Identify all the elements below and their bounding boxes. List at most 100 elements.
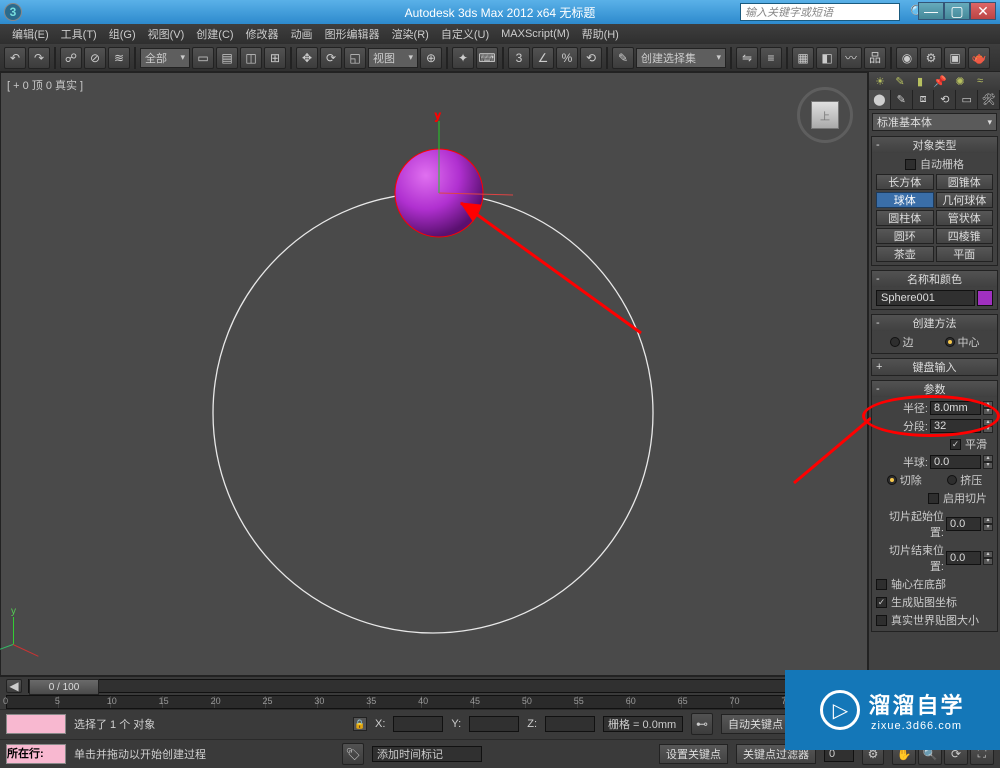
object-color-swatch[interactable] <box>977 290 993 306</box>
sun-icon[interactable]: ✺ <box>953 74 967 88</box>
menu-customize[interactable]: 自定义(U) <box>435 26 495 42</box>
help-search-input[interactable]: 输入关键字或短语 <box>740 3 900 21</box>
material-editor-button[interactable]: ◉ <box>896 47 918 69</box>
rollup-head-name[interactable]: 名称和颜色 <box>872 271 997 287</box>
menu-edit[interactable]: 编辑(E) <box>6 26 55 42</box>
select-name-button[interactable]: ▤ <box>216 47 238 69</box>
render-frame-button[interactable]: ▣ <box>944 47 966 69</box>
tab-motion[interactable]: ⟲ <box>934 90 956 109</box>
prim-plane[interactable]: 平面 <box>936 246 994 262</box>
mirror-button[interactable]: ⇋ <box>736 47 758 69</box>
z-field[interactable] <box>545 716 595 732</box>
gen-uv-checkbox[interactable] <box>876 597 887 608</box>
manipulate-button[interactable]: ✦ <box>452 47 474 69</box>
tab-hierarchy[interactable]: ⧈ <box>913 90 935 109</box>
y-field[interactable] <box>469 716 519 732</box>
autokey-button[interactable]: 自动关键点 <box>721 714 790 734</box>
prim-pyramid[interactable]: 四棱锥 <box>936 228 994 244</box>
menu-maxscript[interactable]: MAXScript(M) <box>495 28 575 40</box>
prim-torus[interactable]: 圆环 <box>876 228 934 244</box>
radio-chop[interactable] <box>887 475 897 485</box>
ref-coord-combo[interactable]: 视图 <box>368 48 418 68</box>
edit-named-sel-button[interactable]: ✎ <box>612 47 634 69</box>
viewcube[interactable]: 上 <box>797 87 853 143</box>
schematic-view-button[interactable]: 品 <box>864 47 886 69</box>
hemi-spin-buttons[interactable]: ▴▾ <box>983 455 993 469</box>
prim-geosphere[interactable]: 几何球体 <box>936 192 994 208</box>
close-button[interactable]: ✕ <box>970 2 996 20</box>
time-slider-handle[interactable]: 0 / 100 <box>29 679 99 695</box>
object-name-input[interactable]: Sphere001 <box>876 290 975 306</box>
window-crossing-button[interactable]: ⊞ <box>264 47 286 69</box>
tab-modify[interactable]: ✎ <box>891 90 913 109</box>
autogrid-checkbox[interactable] <box>905 159 916 170</box>
select-move-button[interactable]: ✥ <box>296 47 318 69</box>
align-button[interactable]: ≡ <box>760 47 782 69</box>
keyboard-shortcut-button[interactable]: ⌨ <box>476 47 498 69</box>
time-tag-icon[interactable]: 🏷 <box>342 743 364 765</box>
real-uv-checkbox[interactable] <box>876 615 887 626</box>
rollup-head-object-type[interactable]: 对象类型 <box>872 137 997 153</box>
slice-on-checkbox[interactable] <box>928 493 939 504</box>
radio-squash[interactable] <box>947 475 957 485</box>
minimize-button[interactable]: — <box>918 2 944 20</box>
prim-teapot[interactable]: 茶壶 <box>876 246 934 262</box>
camera-icon[interactable]: ▮ <box>913 74 927 88</box>
lock-selection-button[interactable]: 🔒 <box>353 717 367 731</box>
radius-spinner[interactable]: 8.0mm <box>930 401 981 415</box>
menu-modifiers[interactable]: 修改器 <box>240 26 285 42</box>
unlink-button[interactable]: ⊘ <box>84 47 106 69</box>
prim-tube[interactable]: 管状体 <box>936 210 994 226</box>
menu-tools[interactable]: 工具(T) <box>55 26 103 42</box>
radius-spin-buttons[interactable]: ▴▾ <box>983 401 993 415</box>
pivot-center-button[interactable]: ⊕ <box>420 47 442 69</box>
prim-sphere[interactable]: 球体 <box>876 192 934 208</box>
slice-from-spinner[interactable]: 0.0 <box>946 517 981 531</box>
graphite-button[interactable]: ◧ <box>816 47 838 69</box>
select-region-button[interactable]: ◫ <box>240 47 262 69</box>
key-mode-button[interactable]: ⊷ <box>691 713 713 735</box>
category-combo[interactable]: 标准基本体 <box>872 113 997 131</box>
tab-create[interactable]: ⬤ <box>869 90 891 109</box>
slice-to-spinner[interactable]: 0.0 <box>946 551 981 565</box>
radio-edge[interactable] <box>890 337 900 347</box>
spinner-snap-button[interactable]: ⟲ <box>580 47 602 69</box>
setkey-button[interactable]: 设置关键点 <box>659 744 728 764</box>
menu-grapheditors[interactable]: 图形编辑器 <box>319 26 386 42</box>
time-prev-button[interactable]: ◀ <box>6 679 22 693</box>
minilistener-macro[interactable] <box>6 714 66 734</box>
snap-toggle-button[interactable]: 3 <box>508 47 530 69</box>
pin-icon[interactable]: 📌 <box>933 74 947 88</box>
wave-icon[interactable]: ≈ <box>973 74 987 88</box>
menu-help[interactable]: 帮助(H) <box>576 26 625 42</box>
radio-center[interactable] <box>945 337 955 347</box>
hemi-spinner[interactable]: 0.0 <box>930 455 981 469</box>
tab-display[interactable]: ▭ <box>956 90 978 109</box>
menu-animation[interactable]: 动画 <box>285 26 319 42</box>
minilistener-input[interactable]: 所在行: <box>6 744 66 764</box>
viewport-label[interactable]: [ + 0 顶 0 真实 ] <box>7 77 83 93</box>
rollup-head-kbd[interactable]: 键盘输入 <box>872 359 997 375</box>
render-setup-button[interactable]: ⚙ <box>920 47 942 69</box>
smooth-checkbox[interactable] <box>950 439 961 450</box>
select-object-button[interactable]: ▭ <box>192 47 214 69</box>
tab-utilities[interactable]: 🛠 <box>978 90 1000 109</box>
select-scale-button[interactable]: ◱ <box>344 47 366 69</box>
rollup-head-params[interactable]: 参数 <box>872 381 997 397</box>
segments-spin-buttons[interactable]: ▴▾ <box>983 419 993 433</box>
select-rotate-button[interactable]: ⟳ <box>320 47 342 69</box>
segments-spinner[interactable]: 32 <box>930 419 981 433</box>
curve-editor-button[interactable]: 〰 <box>840 47 862 69</box>
viewport[interactable]: [ + 0 顶 0 真实 ] y 上 <box>0 72 868 676</box>
prim-cylinder[interactable]: 圆柱体 <box>876 210 934 226</box>
x-field[interactable] <box>393 716 443 732</box>
named-selection-combo[interactable]: 创建选择集 <box>636 48 726 68</box>
redo-button[interactable]: ↷ <box>28 47 50 69</box>
maximize-button[interactable]: ▢ <box>944 2 970 20</box>
menu-create[interactable]: 创建(C) <box>190 26 239 42</box>
menu-group[interactable]: 组(G) <box>103 26 142 42</box>
render-production-button[interactable]: 🫖 <box>968 47 990 69</box>
lamp-icon[interactable]: ☀ <box>873 74 887 88</box>
selection-filter-combo[interactable]: 全部 <box>140 48 190 68</box>
prim-box[interactable]: 长方体 <box>876 174 934 190</box>
